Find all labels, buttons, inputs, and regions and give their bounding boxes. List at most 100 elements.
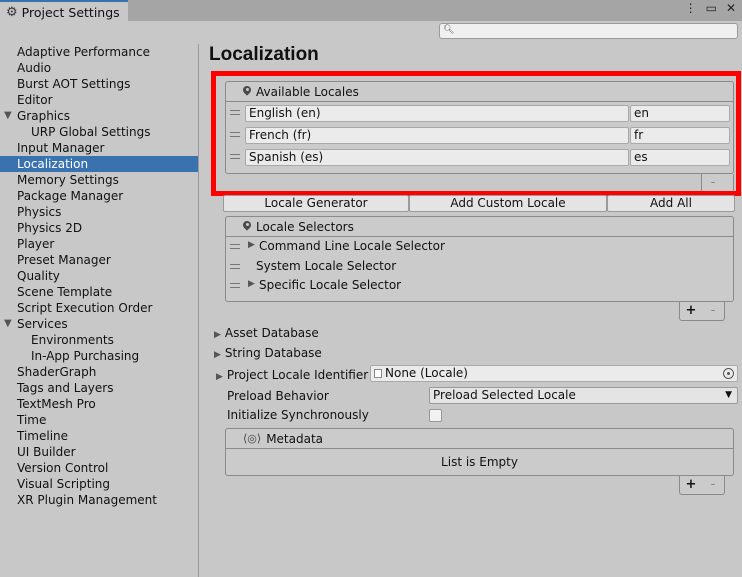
sidebar-item-environments[interactable]: Environments [0,332,198,348]
sidebar-item-memory-settings[interactable]: Memory Settings [0,172,198,188]
sidebar-item-label: UI Builder [17,445,76,459]
locale-selectors-list: Locale Selectors ▶ Command Line Locale Se… [225,216,734,302]
metadata-header[interactable]: ⟨◎⟩ Metadata [226,429,733,449]
sidebar-item-label: Physics 2D [17,221,83,235]
sidebar-item-burst-aot-settings[interactable]: Burst AOT Settings [0,76,198,92]
sidebar-item-tags-and-layers[interactable]: Tags and Layers [0,380,198,396]
sidebar-item-physics-2d[interactable]: Physics 2D [0,220,198,236]
expand-arrow-icon[interactable]: ▶ [248,240,255,250]
add-metadata-button[interactable]: + [680,476,702,494]
tab-project-settings[interactable]: ⚙ Project Settings [0,0,128,22]
location-pin-icon [243,221,251,233]
project-locale-identifier-label[interactable]: ▶ Project Locale Identifier [216,368,368,382]
sidebar-item-audio[interactable]: Audio [0,60,198,76]
sidebar-item-physics[interactable]: Physics [0,204,198,220]
add-all-button[interactable]: Add All [607,195,735,212]
sidebar-item-localization[interactable]: Localization [0,156,198,172]
sidebar-item-package-manager[interactable]: Package Manager [0,188,198,204]
metadata-empty-text: List is Empty [441,455,518,469]
sidebar-item-xr-plugin-management[interactable]: XR Plugin Management [0,492,198,508]
sidebar-item-time[interactable]: Time [0,412,198,428]
more-options-icon[interactable]: ⋮ [685,2,697,14]
locale-selectors-header[interactable]: Locale Selectors [226,217,733,237]
remove-selector-button[interactable]: - [702,302,724,320]
metadata-title: Metadata [266,431,324,446]
highlight-frame [211,71,741,196]
sidebar-item-shadergraph[interactable]: ShaderGraph [0,364,198,380]
sidebar-item-label: Graphics [17,109,70,123]
sidebar-item-label: Editor [17,93,53,107]
drag-handle-icon[interactable] [230,263,240,269]
asset-database-foldout[interactable]: ▶ Asset Database [214,326,319,340]
locale-selector-row[interactable]: ▶ Specific Locale Selector [226,276,733,296]
sidebar-item-scene-template[interactable]: Scene Template [0,284,198,300]
locale-selector-row[interactable]: ▶ Command Line Locale Selector [226,237,733,257]
search-icon: 🔍︎ [443,25,455,35]
project-locale-identifier-field[interactable]: None (Locale) [370,365,738,382]
title-bar: ⚙ Project Settings ⋮ ▭ ✕ [0,0,742,22]
sidebar-item-label: Time [17,413,47,427]
locale-selector-label: Specific Locale Selector [259,278,402,292]
sidebar-item-preset-manager[interactable]: Preset Manager [0,252,198,268]
sidebar-item-label: Burst AOT Settings [17,77,131,91]
gear-icon: ⚙ [6,4,18,20]
chevron-down-icon: ▼ [725,390,732,400]
sidebar-item-editor[interactable]: Editor [0,92,198,108]
search-input[interactable]: 🔍︎ [439,23,738,39]
sidebar-item-textmesh-pro[interactable]: TextMesh Pro [0,396,198,412]
drag-handle-icon[interactable] [230,244,240,249]
preload-behavior-label: Preload Behavior [227,389,329,403]
sidebar-item-player[interactable]: Player [0,236,198,252]
expand-arrow-icon: ▶ [214,350,221,360]
sidebar-item-input-manager[interactable]: Input Manager [0,140,198,156]
sidebar-item-in-app-purchasing[interactable]: In-App Purchasing [0,348,198,364]
page-title: Localization [209,44,319,65]
add-selector-button[interactable]: + [680,302,702,320]
locale-selectors-title: Locale Selectors [256,219,354,234]
locale-selector-label: Command Line Locale Selector [259,239,445,253]
remove-metadata-button[interactable]: - [702,476,724,494]
drag-handle-icon[interactable] [230,283,240,288]
expand-arrow-icon[interactable]: ▼ [4,316,12,332]
preload-behavior-dropdown[interactable]: Preload Selected Locale ▼ [429,387,738,404]
sidebar-item-label: Audio [17,61,52,75]
sidebar-item-services[interactable]: ▼ Services [0,316,198,332]
sidebar-item-adaptive-performance[interactable]: Adaptive Performance [0,44,198,60]
sidebar-item-graphics[interactable]: ▼ Graphics [0,108,198,124]
add-custom-locale-button[interactable]: Add Custom Locale [409,195,607,212]
locale-selectors-footer: + - [679,302,725,321]
project-locale-identifier-value: None (Locale) [385,366,468,380]
sidebar-item-script-execution-order[interactable]: Script Execution Order [0,300,198,316]
maximize-icon[interactable]: ▭ [706,2,717,14]
sidebar-item-label: Localization [17,157,89,171]
sidebar-item-visual-scripting[interactable]: Visual Scripting [0,476,198,492]
string-database-foldout[interactable]: ▶ String Database [214,346,322,360]
expand-arrow-icon: ▶ [216,372,223,382]
sidebar-item-version-control[interactable]: Version Control [0,460,198,476]
sidebar-item-label: Timeline [17,429,69,443]
locale-generator-button[interactable]: Locale Generator [223,195,409,212]
sidebar-item-label: Visual Scripting [17,477,110,491]
locale-selector-row[interactable]: System Locale Selector [226,257,733,277]
sidebar-item-quality[interactable]: Quality [0,268,198,284]
sidebar-item-label: Physics [17,205,62,219]
sidebar-item-timeline[interactable]: Timeline [0,428,198,444]
expand-arrow-icon[interactable]: ▶ [248,279,255,289]
settings-sidebar: Adaptive Performance Audio Burst AOT Setti… [0,44,199,577]
sidebar-item-label: URP Global Settings [31,125,151,139]
sidebar-item-label: Tags and Layers [17,381,114,395]
expand-arrow-icon: ▶ [214,330,221,340]
object-picker-icon[interactable] [723,368,734,379]
expand-arrow-icon[interactable]: ▼ [4,108,12,124]
locale-object-icon [374,369,382,378]
initialize-synchronously-label: Initialize Synchronously [227,408,369,422]
sidebar-item-ui-builder[interactable]: UI Builder [0,444,198,460]
sidebar-item-label: Preset Manager [17,253,111,267]
sidebar-item-label: Input Manager [17,141,105,155]
sidebar-item-label: In-App Purchasing [31,349,140,363]
sidebar-item-urp-global-settings[interactable]: URP Global Settings [0,124,198,140]
initialize-synchronously-checkbox[interactable] [429,409,442,422]
sidebar-item-label: Adaptive Performance [17,45,150,59]
close-icon[interactable]: ✕ [726,2,736,14]
sidebar-item-label: TextMesh Pro [17,397,96,411]
